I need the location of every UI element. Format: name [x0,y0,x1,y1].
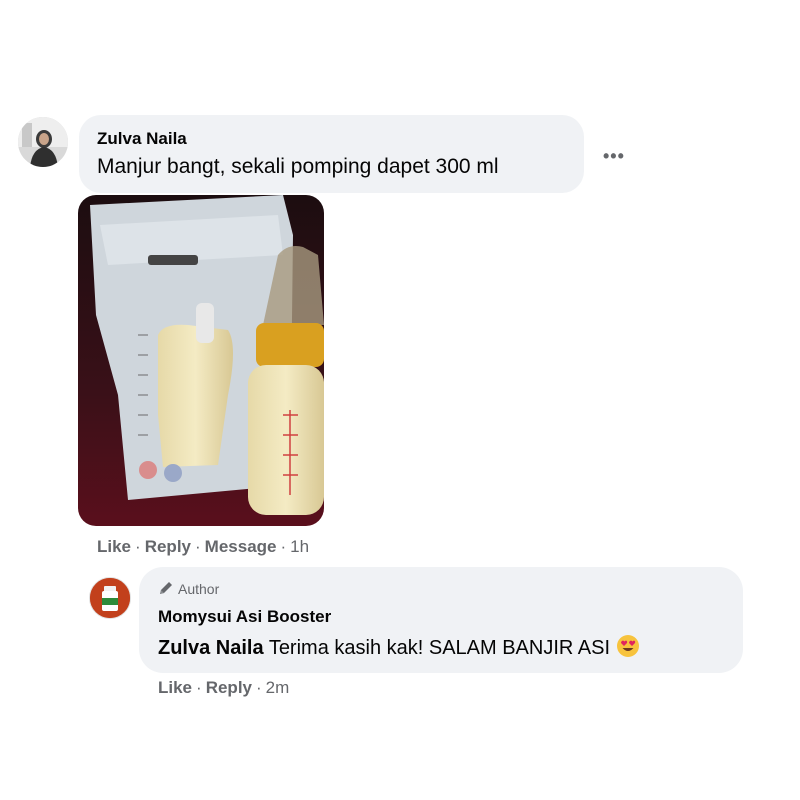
reply-text: Terima kasih kak! SALAM BANJIR ASI [268,637,611,659]
comment-author-name[interactable]: Zulva Naila [97,129,187,149]
more-options-icon[interactable]: ••• [603,146,625,167]
commenter-avatar[interactable] [18,117,68,167]
page-avatar[interactable] [89,577,131,619]
message-link[interactable]: Message [205,537,277,556]
reply-like-link[interactable]: Like [158,678,192,697]
like-link[interactable]: Like [97,537,131,556]
reply-actions: Like · Reply · 2m [158,678,290,697]
author-badge: Author [158,580,219,597]
pencil-icon [160,582,172,594]
reply-reply-link[interactable]: Reply [206,678,252,697]
reply-link[interactable]: Reply [145,537,191,556]
reply-text-line: Zulva Naila Terima kasih kak! SALAM BANJ… [158,634,640,660]
comment-actions: Like · Reply · Message · 1h [97,537,310,556]
reply-timestamp[interactable]: 2m [266,678,290,697]
mention-link[interactable]: Zulva Naila [158,637,264,659]
author-badge-label: Author [178,581,220,597]
comment-timestamp[interactable]: 1h [290,537,309,556]
heart-eyes-emoji-icon [617,635,640,657]
reply-author-name[interactable]: Momysui Asi Booster [158,607,331,627]
comment-photo[interactable] [78,195,324,526]
comment-text: Manjur bangt, sekali pomping dapet 300 m… [97,155,499,178]
comment-bubble [79,115,584,193]
